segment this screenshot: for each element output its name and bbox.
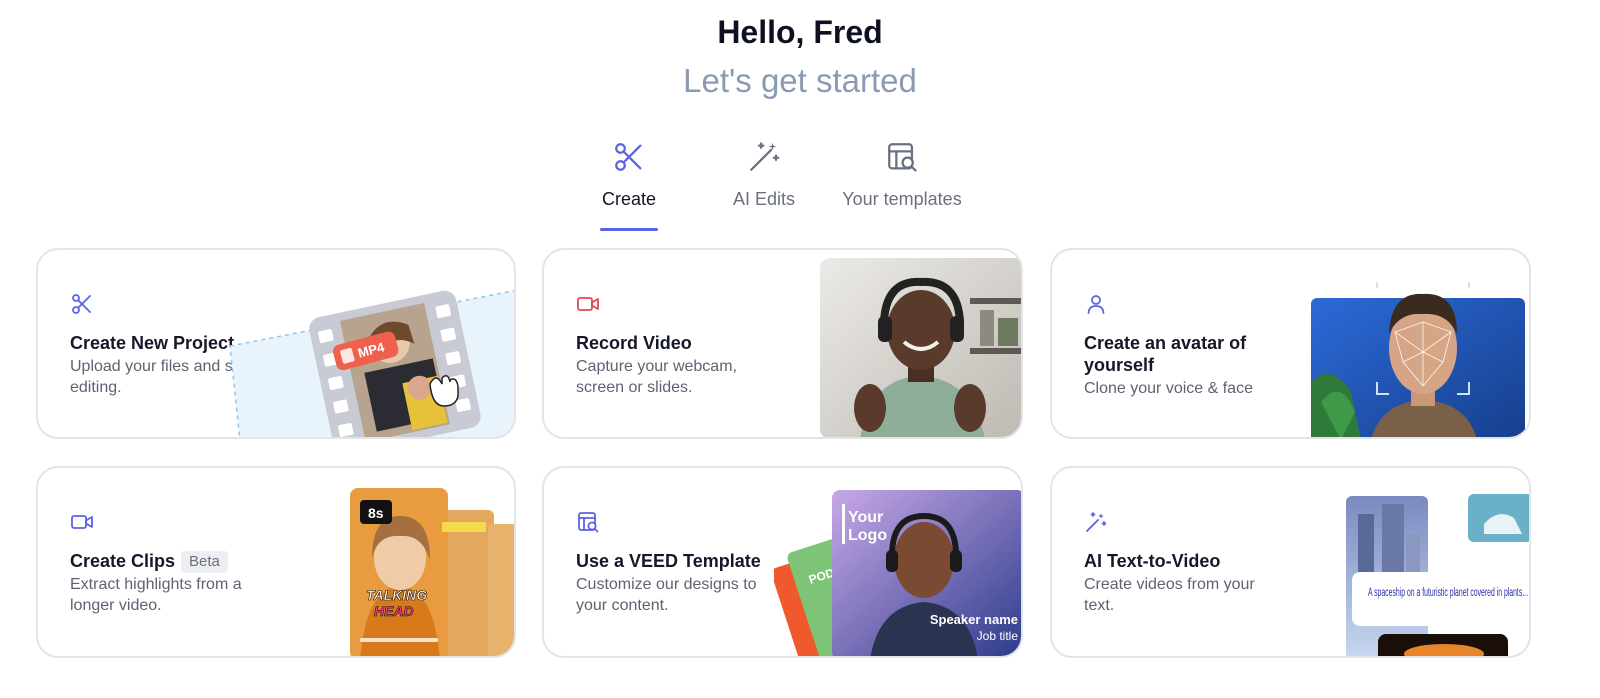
scissors-icon (72, 294, 91, 314)
prompt-text-line: A spaceship on a futuristic planet cover… (1368, 587, 1528, 599)
template-preview-illustration: PODC Your Logo Speaker name Job title (774, 490, 1021, 656)
tab-create-label: Create (601, 189, 657, 209)
tab-your-templates-label: Your templates (842, 189, 962, 209)
video-camera-icon (577, 297, 599, 311)
card-description: Extract highlights from a longer video. (70, 576, 242, 614)
person-icon (1087, 295, 1105, 314)
upload-dropzone-illustration: MP4 (229, 290, 514, 437)
subtitle: Let's get started (683, 62, 917, 99)
tab-your-templates[interactable]: Your templates (840, 140, 964, 210)
card-title: Record Video (576, 333, 692, 353)
magic-wand-icon (750, 142, 780, 171)
job-title-text: Job title (977, 629, 1019, 643)
tab-ai-edits-label: AI Edits (732, 189, 796, 209)
active-tab-indicator (600, 228, 658, 231)
card-title: AI Text-to-Video (1084, 551, 1221, 571)
clip-caption-line2: HEAD (374, 603, 414, 619)
webcam-person-thumbnail (820, 258, 1021, 437)
sparkle-wand-icon (1086, 512, 1107, 532)
speaker-name-text: Speaker name (930, 612, 1018, 627)
scissors-icon (615, 143, 642, 171)
template-search-icon (578, 512, 599, 533)
card-ai-text-to-video[interactable]: AI Text-to-Video Create videos from your… (1050, 466, 1531, 658)
clips-phone-frames-illustration: 8s TALKING HEAD (350, 488, 514, 656)
card-title: Create an avatar of yourself (1084, 333, 1247, 375)
card-title: Create Clips Beta (70, 550, 300, 573)
card-record-video[interactable]: Record Video Capture your webcam, screen… (542, 248, 1023, 439)
card-create-clips[interactable]: Create Clips Beta Extract highlights from… (36, 466, 516, 658)
beta-badge: Beta (181, 551, 228, 573)
card-create-avatar[interactable]: Create an avatar of yourself Clone your … (1050, 248, 1531, 439)
tab-create[interactable]: Create (600, 140, 658, 231)
template-logo-text-1: Your (848, 509, 883, 526)
clip-caption-line1: TALKING (366, 587, 427, 603)
video-camera-icon (71, 515, 93, 529)
template-search-icon (888, 143, 917, 172)
tab-bar: Create AI Edits Your templates (0, 140, 1600, 236)
card-description: Create videos from your text. (1084, 576, 1255, 614)
card-create-new-project[interactable]: Create New Project Upload your files and… (36, 248, 516, 439)
tab-ai-edits[interactable]: AI Edits (714, 140, 814, 210)
card-description: Capture your webcam, screen or slides. (576, 358, 737, 396)
clip-duration-badge: 8s (368, 505, 384, 521)
greeting: Hello, Fred (717, 14, 883, 50)
card-description: Customize our designs to your content. (576, 576, 757, 614)
card-title-text: Create Clips (70, 551, 176, 571)
card-description: Clone your voice & face (1084, 380, 1253, 397)
face-scan-avatar-thumbnail (1311, 282, 1525, 437)
card-veed-template[interactable]: Use a VEED Template Customize our design… (542, 466, 1023, 658)
card-title: Use a VEED Template (576, 551, 761, 571)
text-to-video-illustration: A spaceship on a futuristic planet cover… (1346, 494, 1529, 656)
template-logo-text-2: Logo (848, 527, 887, 544)
